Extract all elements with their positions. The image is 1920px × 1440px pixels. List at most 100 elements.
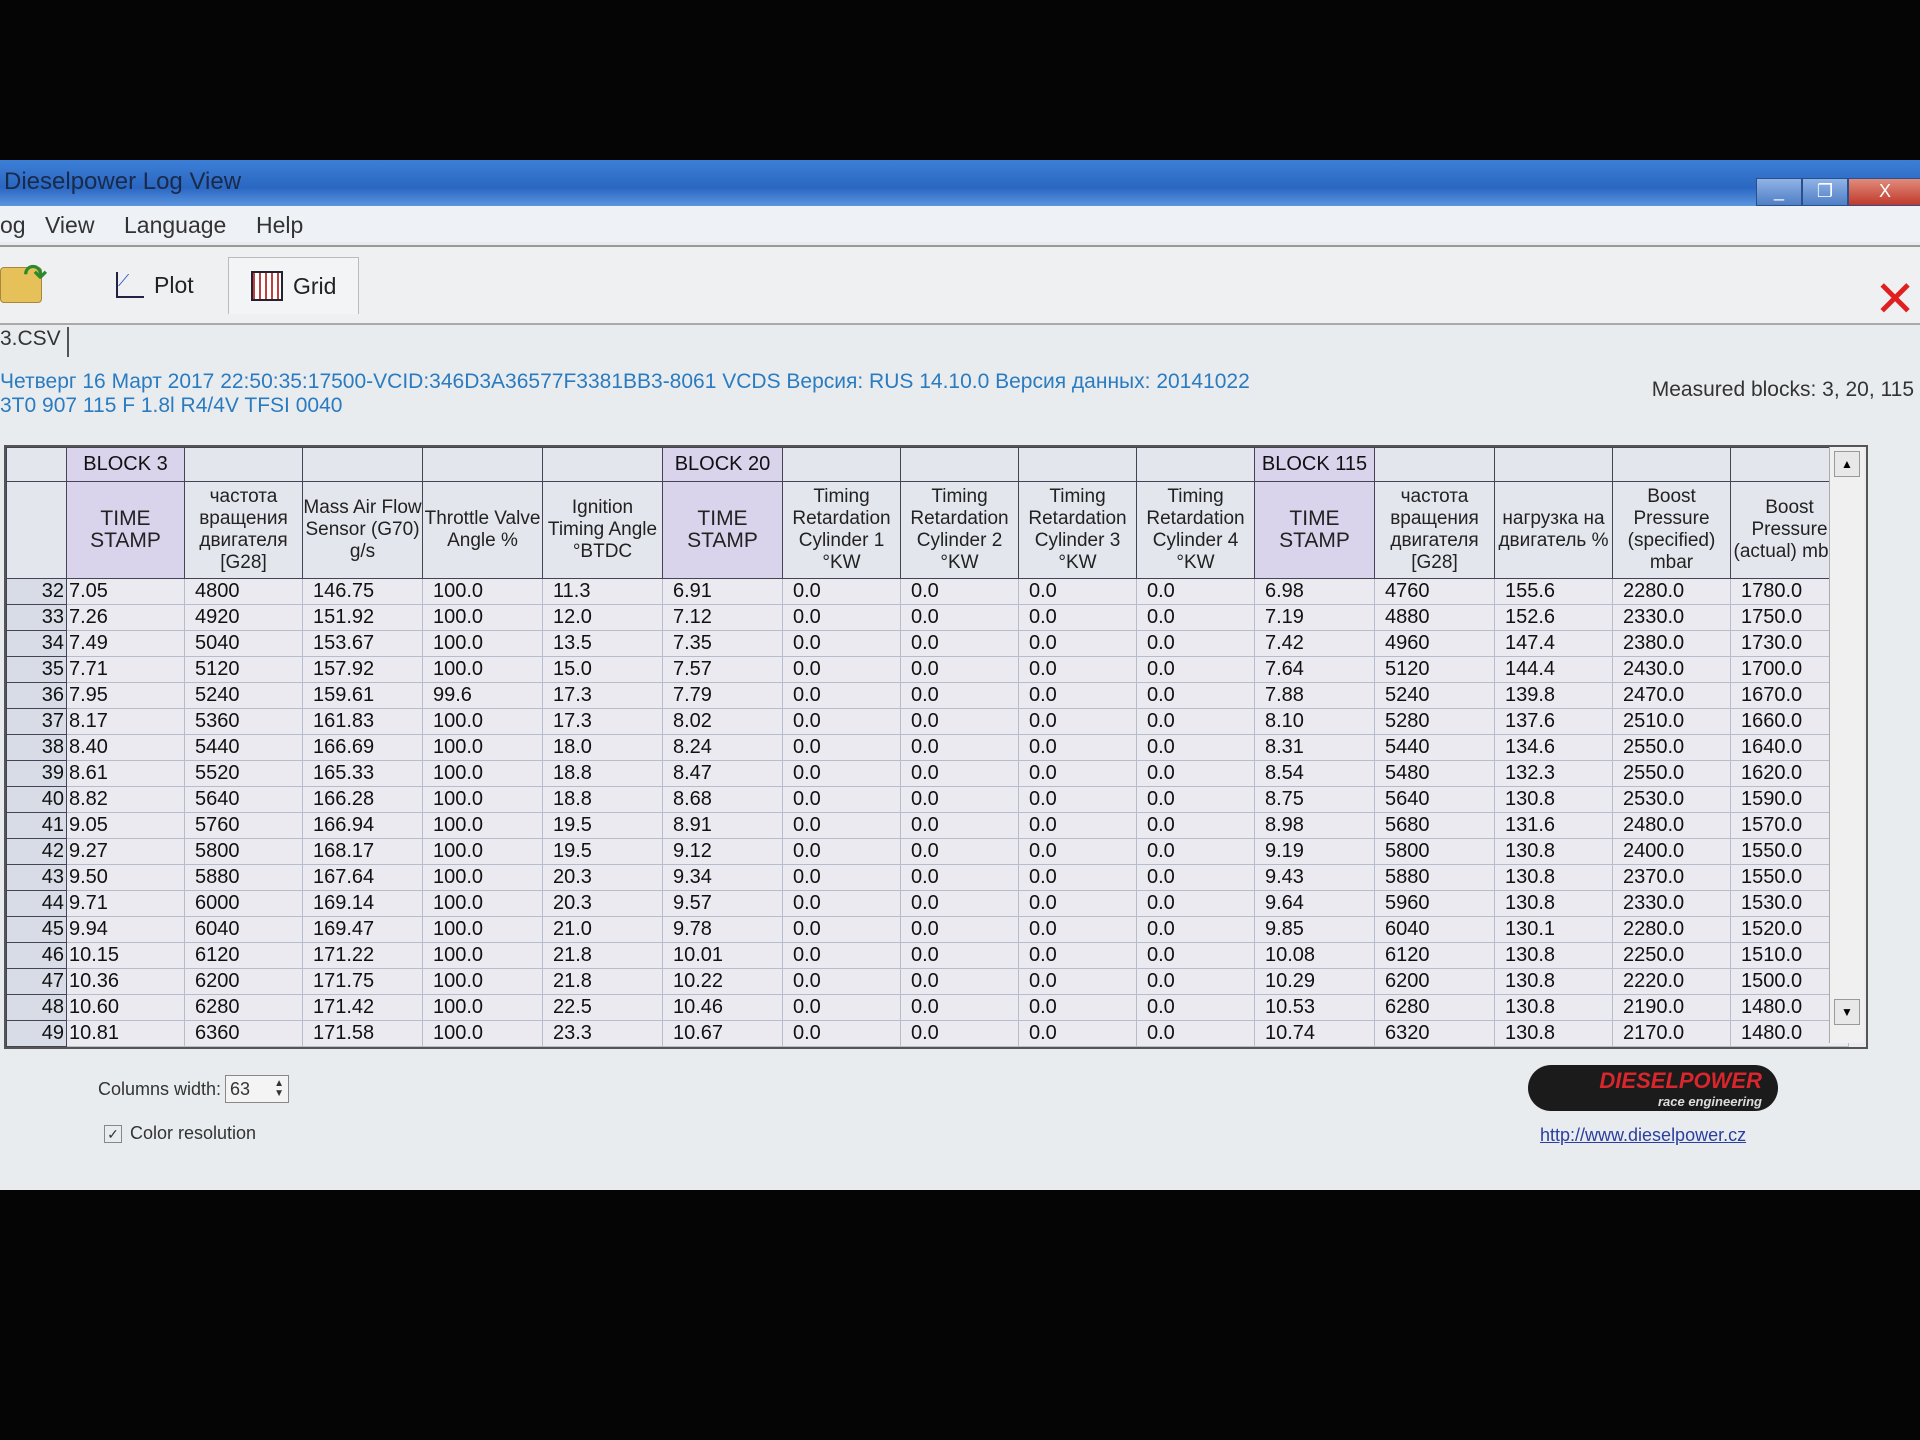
block-spacer xyxy=(302,447,423,482)
table-cell: 2470.0 xyxy=(1612,682,1731,709)
column-header[interactable]: TIME STAMP xyxy=(662,481,783,579)
column-header[interactable]: Throttle Valve Angle % xyxy=(422,481,543,579)
table-cell: 0.0 xyxy=(1018,786,1137,813)
table-cell: 0.0 xyxy=(900,682,1019,709)
table-cell: 0.0 xyxy=(1018,838,1137,865)
column-header[interactable]: Boost Pressure (specified) mbar xyxy=(1612,481,1731,579)
file-tab[interactable]: 3.CSV xyxy=(0,327,69,357)
column-header[interactable]: частота вращения двигателя [G28] xyxy=(184,481,303,579)
table-cell: 6040 xyxy=(184,916,303,943)
table-cell: 0.0 xyxy=(1018,630,1137,657)
table-row[interactable]: 48 10.60 6280 171.42 100.0 22.5 10.46 0.0 0.0 0.0… xyxy=(6,994,1849,1021)
table-cell: 8.68 xyxy=(662,786,783,813)
table-cell: 5480 xyxy=(1374,760,1495,787)
table-row[interactable]: 38 8.40 5440 166.69 100.0 18.0 8.24 0.0 0.0 0.0 0.… xyxy=(6,734,1849,761)
menu-language[interactable]: Language xyxy=(124,212,226,239)
menu-help[interactable]: Help xyxy=(256,212,303,239)
table-row[interactable]: 47 10.36 6200 171.75 100.0 21.8 10.22 0.0 0.0 0.0… xyxy=(6,968,1849,995)
grid-button[interactable]: Grid xyxy=(228,257,360,314)
column-header[interactable]: Timing Retardation Cylinder 2 °KW xyxy=(900,481,1019,579)
table-row[interactable]: 46 10.15 6120 171.22 100.0 21.8 10.01 0.0 0.0 0.0… xyxy=(6,942,1849,969)
table-cell: 2330.0 xyxy=(1612,890,1731,917)
table-row[interactable]: 41 9.05 5760 166.94 100.0 19.5 8.91 0.0 0.0 0.0 0.… xyxy=(6,812,1849,839)
table-row[interactable]: 44 9.71 6000 169.14 100.0 20.3 9.57 0.0 0.0 0.0 0.… xyxy=(6,890,1849,917)
table-row[interactable]: 33 7.26 4920 151.92 100.0 12.0 7.12 0.0 0.0 0.0 0.… xyxy=(6,604,1849,631)
website-link[interactable]: http://www.dieselpower.cz xyxy=(1540,1125,1746,1146)
table-cell: 0.0 xyxy=(1136,890,1255,917)
table-cell: 8.17 xyxy=(66,708,185,735)
table-row[interactable]: 43 9.50 5880 167.64 100.0 20.3 9.34 0.0 0.0 0.0 0.… xyxy=(6,864,1849,891)
row-number: 43 xyxy=(6,864,67,891)
table-cell: 171.42 xyxy=(302,994,423,1021)
column-header[interactable]: нагрузка на двигатель % xyxy=(1494,481,1613,579)
column-header[interactable]: частота вращения двигателя [G28] xyxy=(1374,481,1495,579)
table-cell: 100.0 xyxy=(422,786,543,813)
close-file-icon[interactable]: ✕ xyxy=(1874,270,1916,328)
table-cell: 10.22 xyxy=(662,968,783,995)
color-resolution-checkbox[interactable]: ✓ Color resolution xyxy=(104,1123,256,1144)
scroll-up-button[interactable]: ▲ xyxy=(1834,451,1860,477)
title-bar: Dieselpower Log View _ ❐ X xyxy=(0,160,1920,206)
column-header[interactable]: TIME STAMP xyxy=(1254,481,1375,579)
log-table: BLOCK 3 BLOCK 20 BLOCK 115 TIME STAMP часто… xyxy=(6,447,1849,1047)
table-row[interactable]: 39 8.61 5520 165.33 100.0 18.8 8.47 0.0 0.0 0.0 0.… xyxy=(6,760,1849,787)
table-row[interactable]: 37 8.17 5360 161.83 100.0 17.3 8.02 0.0 0.0 0.0 0.… xyxy=(6,708,1849,735)
minimize-button[interactable]: _ xyxy=(1756,178,1802,206)
table-cell: 0.0 xyxy=(1136,786,1255,813)
table-cell: 2400.0 xyxy=(1612,838,1731,865)
table-cell: 0.0 xyxy=(900,994,1019,1021)
scroll-down-button[interactable]: ▼ xyxy=(1834,999,1860,1025)
table-cell: 0.0 xyxy=(900,1020,1019,1047)
column-header[interactable]: Timing Retardation Cylinder 3 °KW xyxy=(1018,481,1137,579)
table-cell: 0.0 xyxy=(1136,916,1255,943)
table-cell: 155.6 xyxy=(1494,578,1613,605)
table-cell: 9.71 xyxy=(66,890,185,917)
vertical-scrollbar[interactable]: ▲ ▼ xyxy=(1829,447,1864,1043)
table-cell: 0.0 xyxy=(782,968,901,995)
table-cell: 0.0 xyxy=(782,812,901,839)
table-cell: 20.3 xyxy=(542,890,663,917)
spin-arrows-icon[interactable]: ▲ ▼ xyxy=(274,1079,284,1099)
columns-width-stepper[interactable]: 63 ▲ ▼ xyxy=(225,1075,290,1103)
table-cell: 7.42 xyxy=(1254,630,1375,657)
block-label: BLOCK 20 xyxy=(662,447,783,482)
table-cell: 8.82 xyxy=(66,786,185,813)
table-cell: 8.24 xyxy=(662,734,783,761)
measured-blocks: Measured blocks: 3, 20, 115 xyxy=(1651,378,1914,401)
table-cell: 7.57 xyxy=(662,656,783,683)
row-number: 46 xyxy=(6,942,67,969)
close-window-button[interactable]: X xyxy=(1848,178,1920,206)
table-row[interactable]: 34 7.49 5040 153.67 100.0 13.5 7.35 0.0 0.0 0.0 0.… xyxy=(6,630,1849,657)
table-cell: 168.17 xyxy=(302,838,423,865)
table-cell: 2370.0 xyxy=(1612,864,1731,891)
table-row[interactable]: 36 7.95 5240 159.61 99.6 17.3 7.79 0.0 0.0 0.0 0.0… xyxy=(6,682,1849,709)
table-cell: 161.83 xyxy=(302,708,423,735)
table-row[interactable]: 35 7.71 5120 157.92 100.0 15.0 7.57 0.0 0.0 0.0 0.… xyxy=(6,656,1849,683)
table-cell: 9.78 xyxy=(662,916,783,943)
table-cell: 0.0 xyxy=(900,786,1019,813)
table-cell: 169.47 xyxy=(302,916,423,943)
column-header[interactable]: Mass Air Flow Sensor (G70) g/s xyxy=(302,481,423,579)
table-row[interactable]: 42 9.27 5800 168.17 100.0 19.5 9.12 0.0 0.0 0.0 0.… xyxy=(6,838,1849,865)
column-header[interactable]: TIME STAMP xyxy=(66,481,185,579)
column-header[interactable]: Ignition Timing Angle °BTDC xyxy=(542,481,663,579)
table-cell: 23.3 xyxy=(542,1020,663,1047)
menu-view[interactable]: View xyxy=(45,212,94,239)
menu-log[interactable]: og xyxy=(0,212,26,239)
open-file-button[interactable]: ↷ xyxy=(0,257,47,313)
data-grid[interactable]: BLOCK 3 BLOCK 20 BLOCK 115 TIME STAMP часто… xyxy=(4,445,1868,1049)
table-cell: 130.8 xyxy=(1494,968,1613,995)
column-header[interactable]: Timing Retardation Cylinder 4 °KW xyxy=(1136,481,1255,579)
plot-button[interactable]: ⟋ Plot xyxy=(116,257,194,313)
table-cell: 21.8 xyxy=(542,968,663,995)
table-row[interactable]: 32 7.05 4800 146.75 100.0 11.3 6.91 0.0 0.0 0.0 0.… xyxy=(6,578,1849,605)
table-cell: 130.8 xyxy=(1494,864,1613,891)
table-row[interactable]: 45 9.94 6040 169.47 100.0 21.0 9.78 0.0 0.0 0.0 0.… xyxy=(6,916,1849,943)
checkbox-check-icon[interactable]: ✓ xyxy=(104,1124,122,1143)
column-header-row: TIME STAMP частота вращения двигателя [G2… xyxy=(6,481,1849,579)
table-row[interactable]: 40 8.82 5640 166.28 100.0 18.8 8.68 0.0 0.0 0.0 0.… xyxy=(6,786,1849,813)
restore-button[interactable]: ❐ xyxy=(1802,178,1848,206)
column-header[interactable]: Timing Retardation Cylinder 1 °KW xyxy=(782,481,901,579)
block-header-row: BLOCK 3 BLOCK 20 BLOCK 115 xyxy=(6,447,1849,482)
table-row[interactable]: 49 10.81 6360 171.58 100.0 23.3 10.67 0.0 0.0 0.0… xyxy=(6,1020,1849,1047)
